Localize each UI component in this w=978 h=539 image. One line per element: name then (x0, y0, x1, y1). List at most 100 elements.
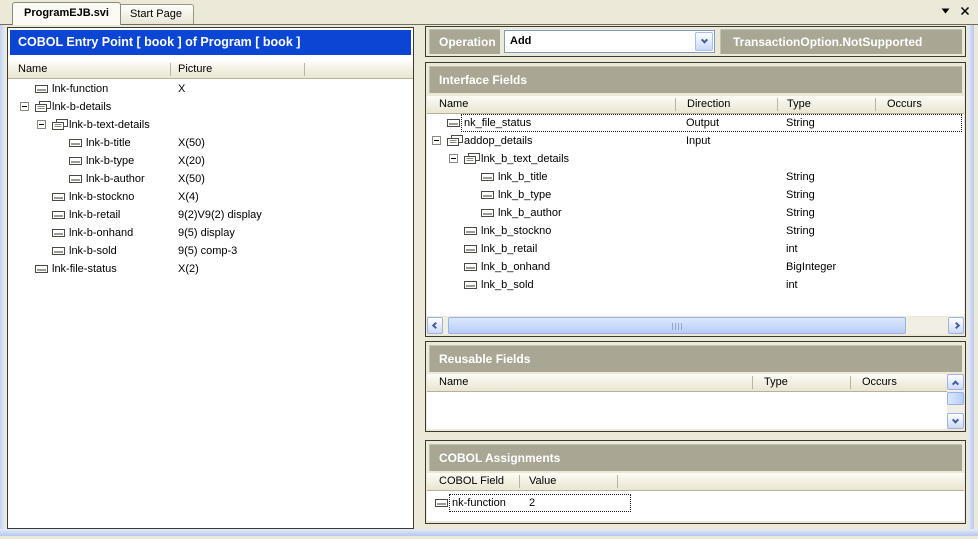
column-header-row: COBOL Field Value (427, 473, 964, 491)
field-icon (464, 279, 478, 294)
field-icon (69, 137, 83, 152)
scroll-up-button[interactable] (947, 374, 964, 390)
field-icon (52, 245, 66, 260)
row-name: lnk_b_author (498, 204, 562, 222)
row-name: lnk-b-details (52, 98, 111, 116)
cell-type: int (786, 276, 798, 294)
tree-row[interactable]: lnk-b-details (8, 98, 413, 116)
field-icon (464, 225, 478, 240)
tree-row[interactable]: nk-function2 (427, 494, 964, 512)
cell-direction: Output (686, 114, 719, 132)
tree-row[interactable]: lnk-functionX (8, 80, 413, 98)
column-header-type[interactable]: Type (787, 96, 811, 113)
column-separator[interactable] (675, 98, 676, 111)
cell-picture: 9(5) display (178, 224, 235, 242)
column-separator[interactable] (617, 475, 618, 488)
field-icon (464, 261, 478, 276)
document-tabstrip: ProgramEJB.svi Start Page (0, 0, 978, 25)
v-scrollbar[interactable] (947, 374, 964, 429)
column-header-cobol-field[interactable]: COBOL Field (439, 473, 504, 490)
field-icon (464, 243, 478, 258)
tree-row[interactable]: lnk-b-authorX(50) (8, 170, 413, 188)
group-icon (52, 119, 68, 134)
tree-row[interactable]: lnk-b-sold9(5) comp-3 (8, 242, 413, 260)
row-name: lnk_b_retail (481, 240, 537, 258)
row-name: lnk-file-status (52, 260, 117, 278)
tree-row[interactable]: nk_file_statusOutputString (427, 114, 964, 132)
expand-minus-icon[interactable] (449, 154, 458, 166)
column-header-row: Name Direction Type Occurs (427, 96, 964, 114)
row-name: lnk-b-stockno (69, 188, 134, 206)
tree-row[interactable]: lnk_b_text_details (427, 150, 964, 168)
scroll-right-button[interactable] (948, 317, 964, 334)
column-separator[interactable] (777, 98, 778, 111)
combo-dropdown-icon[interactable] (695, 32, 713, 51)
operation-bar: Operation Add TransactionOption.NotSuppo… (425, 26, 966, 57)
field-icon (481, 207, 495, 222)
column-separator[interactable] (875, 98, 876, 111)
expand-minus-icon[interactable] (37, 120, 46, 132)
cobol-assignments-table: nk-function2 (427, 491, 964, 521)
expand-minus-icon[interactable] (20, 102, 29, 114)
tree-row[interactable]: lnk_b_authorString (427, 204, 964, 222)
expand-minus-icon[interactable] (432, 136, 441, 148)
tab-label: Start Page (130, 8, 182, 20)
h-scroll-thumb[interactable] (448, 317, 906, 334)
column-header-name[interactable]: Name (439, 96, 468, 113)
column-separator[interactable] (752, 376, 753, 389)
cell-picture: 9(2)V9(2) display (178, 206, 262, 224)
tree-row[interactable]: lnk-b-onhand9(5) display (8, 224, 413, 242)
column-separator[interactable] (170, 63, 171, 76)
cell-type: BigInteger (786, 258, 836, 276)
cell-picture: X(4) (178, 188, 199, 206)
tree-row[interactable]: lnk_b_retailint (427, 240, 964, 258)
tree-row[interactable]: lnk-b-titleX(50) (8, 134, 413, 152)
column-header-direction[interactable]: Direction (687, 96, 730, 113)
tab-programejb[interactable]: ProgramEJB.svi (12, 2, 121, 25)
splitter-left[interactable] (0, 25, 5, 529)
column-header-value[interactable]: Value (529, 473, 556, 490)
column-separator[interactable] (850, 376, 851, 389)
field-icon (435, 497, 449, 512)
field-icon (35, 263, 49, 278)
row-name: lnk_b_sold (481, 276, 534, 294)
row-name: lnk-b-sold (69, 242, 117, 260)
row-name: lnk_b_stockno (481, 222, 551, 240)
column-header-occurs[interactable]: Occurs (887, 96, 922, 113)
column-header-name[interactable]: Name (18, 61, 47, 78)
v-scroll-thumb[interactable] (947, 392, 964, 405)
column-header-type[interactable]: Type (764, 374, 788, 391)
tab-start-page[interactable]: Start Page (118, 4, 194, 25)
tree-row[interactable]: addop_detailsInput (427, 132, 964, 150)
tree-row[interactable]: lnk_b_typeString (427, 186, 964, 204)
field-icon (481, 171, 495, 186)
h-scrollbar[interactable] (427, 317, 964, 334)
tree-row[interactable]: lnk_b_stocknoString (427, 222, 964, 240)
scroll-down-button[interactable] (947, 413, 964, 429)
chevron-down-icon[interactable] (941, 8, 950, 14)
field-icon (69, 155, 83, 170)
operation-select[interactable]: Add (504, 30, 715, 53)
tree-row[interactable]: lnk-b-typeX(20) (8, 152, 413, 170)
close-icon[interactable] (960, 6, 970, 16)
row-name: lnk-b-author (86, 170, 145, 188)
tree-row[interactable]: lnk-b-text-details (8, 116, 413, 134)
field-icon (52, 191, 66, 206)
scroll-left-button[interactable] (427, 317, 443, 334)
tree-row[interactable]: lnk_b_titleString (427, 168, 964, 186)
scroll-grip (672, 323, 682, 330)
column-separator[interactable] (519, 475, 520, 488)
column-header-name[interactable]: Name (439, 374, 468, 391)
field-icon (69, 173, 83, 188)
reusable-fields-section: Reusable Fields Name Type Occurs (425, 341, 966, 432)
tree-row[interactable]: lnk-file-statusX(2) (8, 260, 413, 278)
tree-row[interactable]: lnk-b-retail9(2)V9(2) display (8, 206, 413, 224)
tree-row[interactable]: lnk_b_sold int (427, 276, 964, 294)
column-separator[interactable] (304, 63, 305, 76)
column-header-picture[interactable]: Picture (178, 61, 212, 78)
tree-row[interactable]: lnk_b_onhandBigInteger (427, 258, 964, 276)
section-title: COBOL Assignments (429, 444, 962, 471)
tree-row[interactable]: lnk-b-stockno X(4) (8, 188, 413, 206)
column-header-occurs[interactable]: Occurs (862, 374, 897, 391)
group-icon (464, 153, 480, 168)
